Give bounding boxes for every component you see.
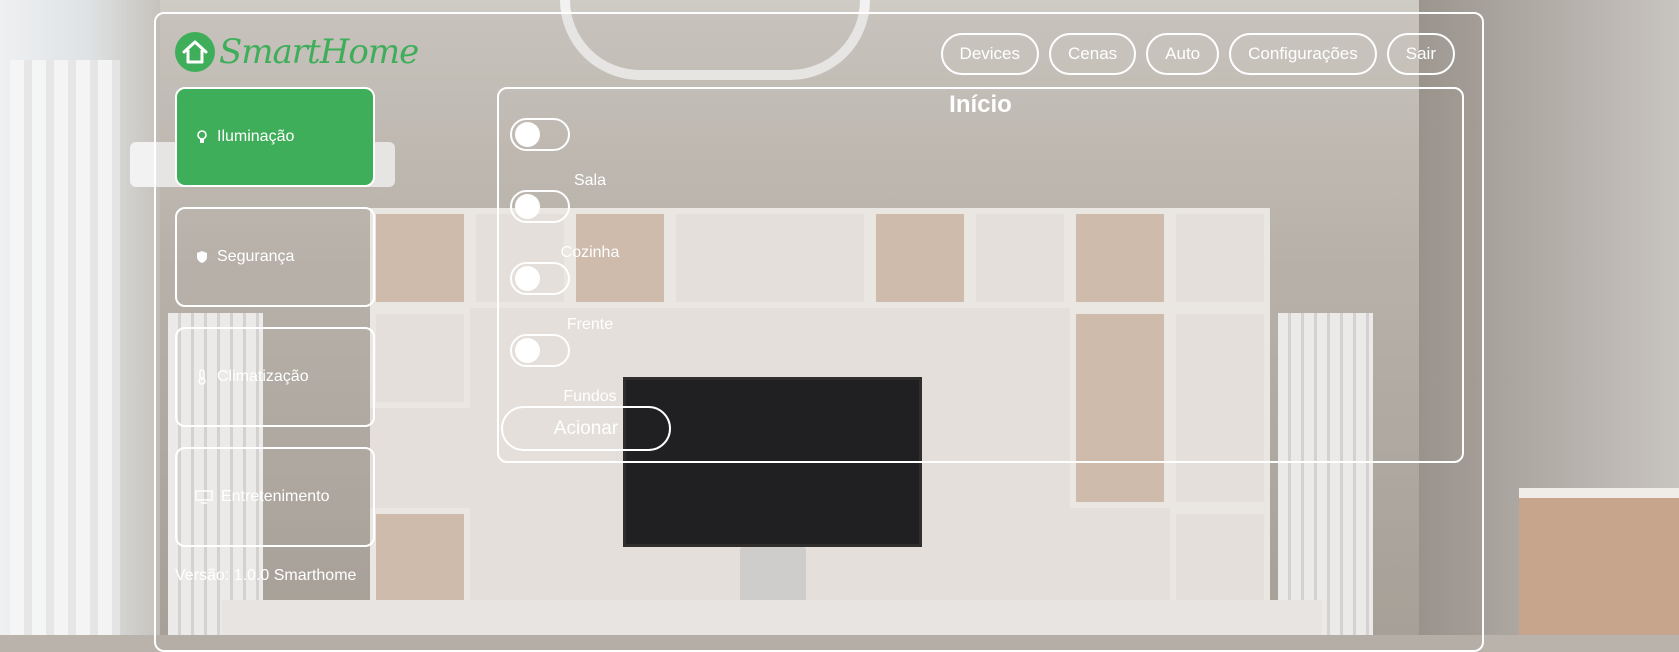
sidebar-item-climatizacao[interactable]: Climatização	[175, 327, 375, 427]
sidebar-item-entretenimento[interactable]: Entretenimento	[175, 447, 375, 547]
sidebar-item-iluminacao[interactable]: Iluminação	[175, 87, 375, 187]
content-panel: Início Sala Cozinha Frente Fundos Aciona…	[497, 87, 1464, 463]
logo-text: SmartHome	[219, 32, 419, 72]
room-label-frente: Frente	[566, 316, 614, 333]
toggle-sala[interactable]	[510, 118, 570, 151]
acionar-button[interactable]: Acionar	[501, 406, 671, 451]
sidebar-item-label: Segurança	[217, 248, 295, 265]
thermometer-icon	[195, 369, 209, 385]
room-label-cozinha: Cozinha	[560, 244, 620, 261]
page-title: Início	[949, 91, 1012, 118]
toggle-fundos[interactable]	[510, 334, 570, 367]
room-label-fundos: Fundos	[563, 388, 617, 405]
toggle-knob	[515, 266, 540, 291]
toggle-frente[interactable]	[510, 262, 570, 295]
nav-cenas-button[interactable]: Cenas	[1049, 33, 1137, 75]
sidebar-item-label: Entretenimento	[221, 488, 330, 505]
monitor-icon	[195, 490, 213, 504]
sidebar-item-label: Iluminação	[217, 128, 295, 145]
lightbulb-icon	[195, 130, 209, 144]
home-icon	[175, 32, 215, 72]
room-label-sala: Sala	[573, 172, 607, 189]
nav-sair-button[interactable]: Sair	[1386, 33, 1455, 75]
version-text: Versão: 1.0.0 Smarthome	[175, 567, 357, 584]
shield-icon	[195, 250, 209, 264]
sidebar-item-seguranca[interactable]: Segurança	[175, 207, 375, 307]
toggle-knob	[515, 122, 540, 147]
toggle-knob	[515, 338, 540, 363]
nav-auto-button[interactable]: Auto	[1146, 33, 1220, 75]
logo[interactable]: SmartHome	[175, 32, 419, 72]
nav-devices-button[interactable]: Devices	[940, 33, 1040, 75]
nav-configuracoes-button[interactable]: Configurações	[1229, 33, 1377, 75]
toggle-knob	[515, 194, 540, 219]
toggle-cozinha[interactable]	[510, 190, 570, 223]
sidebar-item-label: Climatização	[217, 368, 309, 385]
top-navigation: Devices Cenas Auto Configurações Sair	[940, 33, 1455, 75]
